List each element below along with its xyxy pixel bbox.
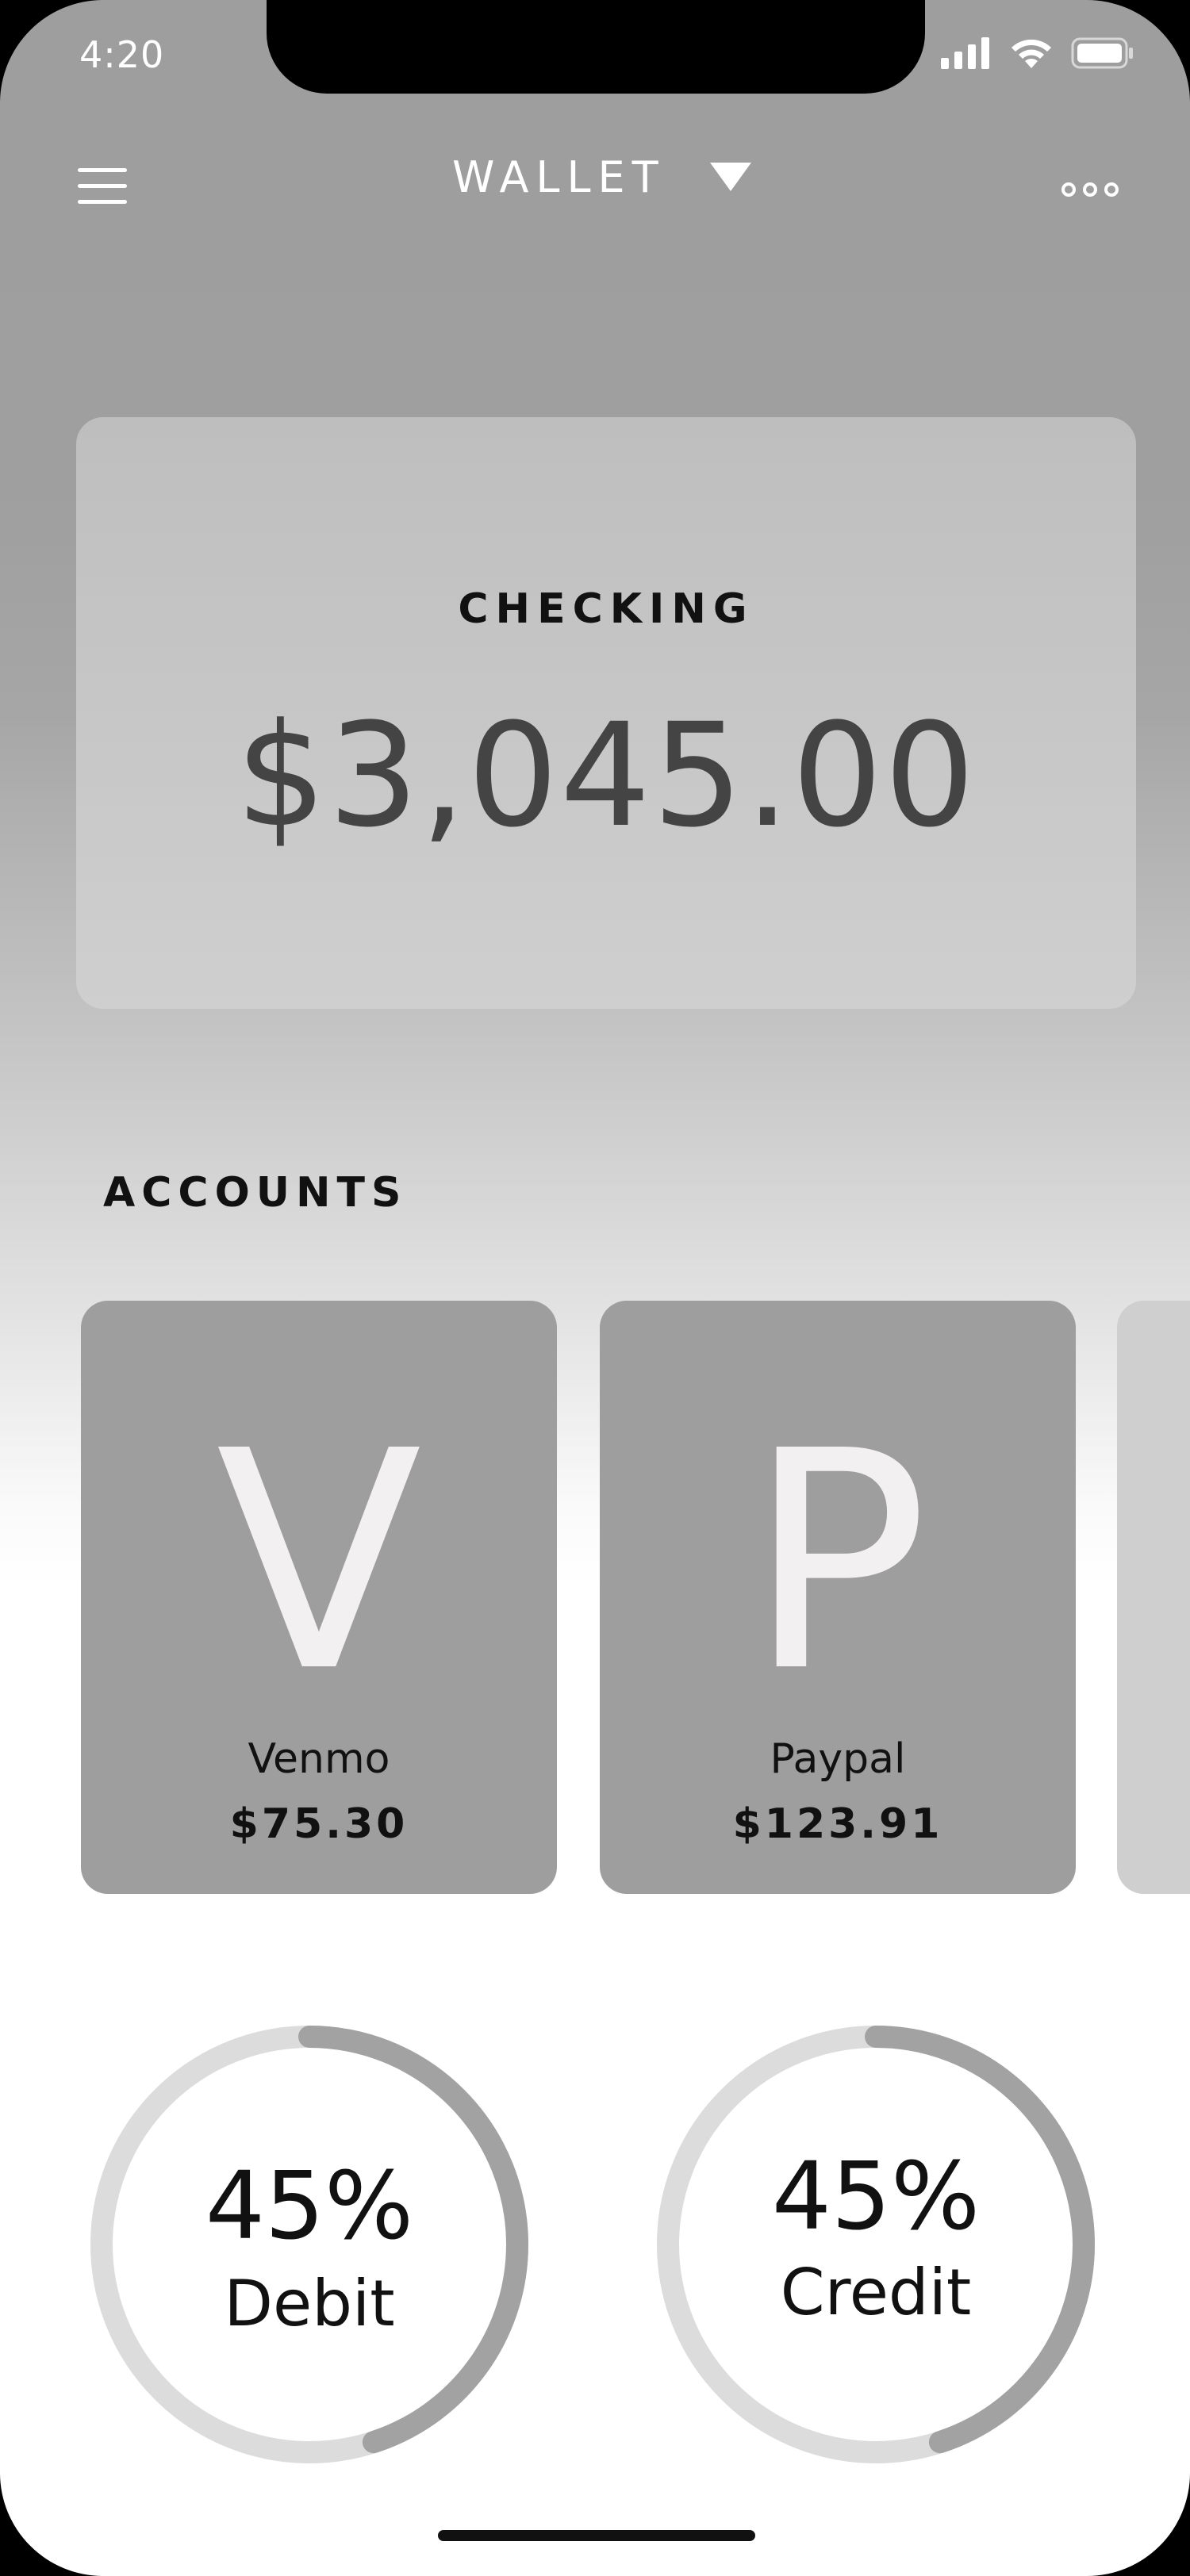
credit-gauge: 45% Credit [646, 2014, 1106, 2474]
battery-icon [1071, 37, 1133, 69]
account-letter: V [216, 1386, 422, 1738]
more-dots-icon[interactable] [1061, 181, 1119, 201]
triangle-down-icon [709, 162, 751, 191]
home-indicator[interactable] [438, 2530, 755, 2541]
account-card-venmo[interactable]: V Venmo $75.30 [81, 1301, 557, 1894]
account-card-paypal[interactable]: P Paypal $123.91 [600, 1301, 1076, 1894]
wallet-dropdown[interactable]: WALLET [452, 152, 751, 202]
account-amount: $123.91 [732, 1800, 943, 1848]
gauge-percent: 45% [205, 2151, 414, 2260]
gauge-label: Debit [224, 2267, 395, 2340]
accounts-section-title: ACCOUNTS [103, 1169, 408, 1217]
debit-gauge: 45% Debit [79, 2014, 539, 2474]
checking-balance-card[interactable]: CHECKING $3,045.00 [76, 417, 1136, 1009]
hamburger-menu-icon[interactable] [78, 168, 129, 208]
balance-amount: $3,045.00 [235, 693, 977, 859]
status-icons [941, 36, 1134, 70]
gauge-percent: 45% [771, 2141, 981, 2251]
gauge-label: Credit [780, 2256, 972, 2329]
account-amount: $75.30 [229, 1800, 409, 1848]
account-letter: P [747, 1386, 929, 1738]
balance-label: CHECKING [458, 585, 754, 633]
account-card-partial[interactable] [1117, 1301, 1190, 1894]
nav-title: WALLET [452, 152, 666, 202]
wifi-icon [1012, 39, 1051, 68]
account-name: Venmo [248, 1735, 390, 1783]
status-time: 4:20 [79, 33, 165, 76]
phone-screen: 4:20 WALLET CHECKING $3,045.00 ACCOUNTS … [0, 0, 1190, 2576]
notch [267, 0, 925, 94]
signal-icon [941, 37, 989, 69]
account-name: Paypal [770, 1735, 906, 1783]
